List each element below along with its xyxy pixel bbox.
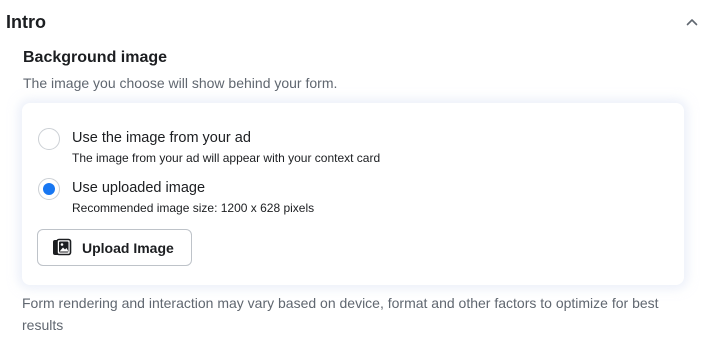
radio-ad-image[interactable] — [38, 128, 60, 150]
radio-uploaded-image[interactable] — [38, 178, 60, 200]
upload-image-button[interactable]: Upload Image — [37, 229, 192, 266]
radio-selected-dot — [43, 183, 55, 195]
background-image-description: The image you choose will show behind yo… — [23, 75, 338, 91]
image-gallery-icon — [52, 238, 72, 258]
section-title: Intro — [6, 12, 46, 32]
option-uploaded-image[interactable]: Use uploaded image Recommended image siz… — [38, 178, 314, 216]
section-header[interactable]: Intro — [6, 10, 702, 36]
option-uploaded-image-label: Use uploaded image — [72, 180, 206, 196]
option-ad-image[interactable]: Use the image from your ad The image fro… — [38, 128, 380, 166]
background-image-card: Use the image from your ad The image fro… — [22, 103, 684, 285]
footer-note: Form rendering and interaction may vary … — [22, 295, 659, 333]
option-ad-image-label: Use the image from your ad — [72, 130, 251, 146]
chevron-up-icon[interactable] — [682, 12, 702, 32]
background-image-title: Background image — [23, 49, 168, 66]
option-uploaded-image-text: Use uploaded image Recommended image siz… — [72, 178, 314, 216]
option-ad-image-text: Use the image from your ad The image fro… — [72, 128, 380, 166]
upload-image-label: Upload Image — [82, 239, 174, 256]
option-uploaded-image-sublabel: Recommended image size: 1200 x 628 pixel… — [72, 201, 315, 215]
option-ad-image-sublabel: The image from your ad will appear with … — [72, 151, 381, 165]
